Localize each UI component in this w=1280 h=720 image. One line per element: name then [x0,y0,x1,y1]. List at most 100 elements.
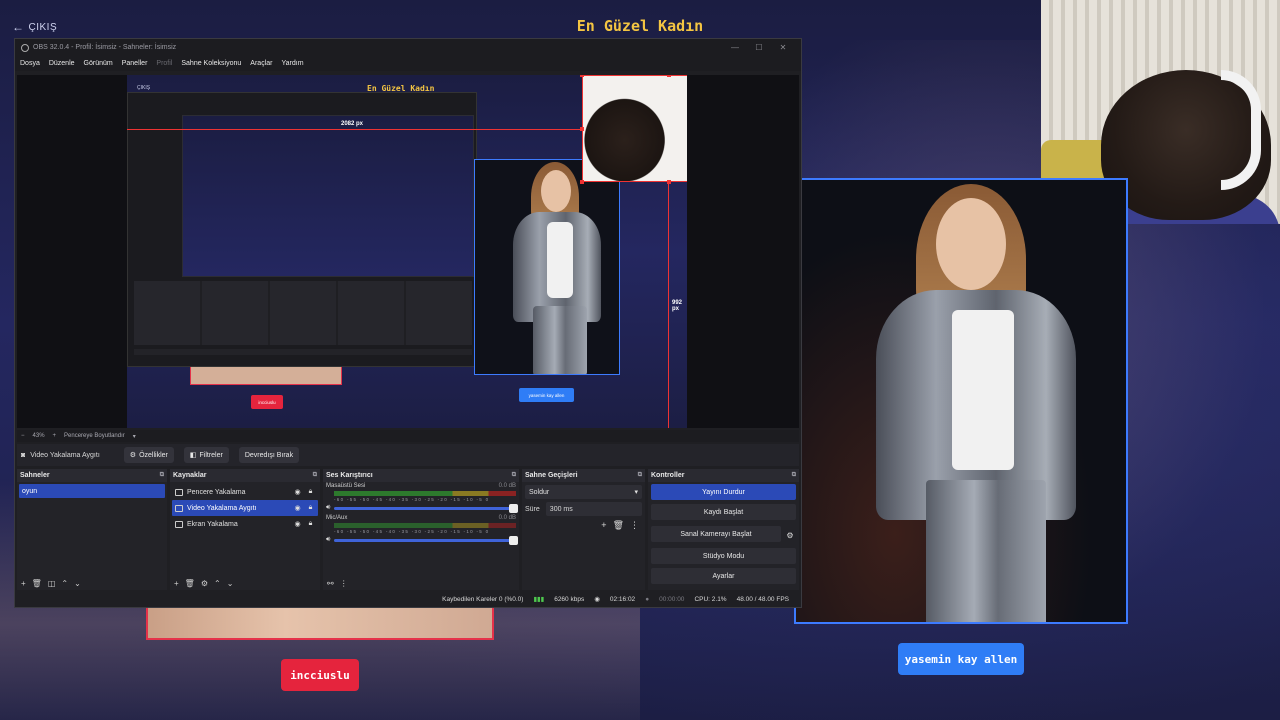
add-icon[interactable]: + [174,579,179,588]
figure-pants [926,480,1046,622]
source-item[interactable]: Pencere Yakalama ◉ 🔒︎ [172,484,318,500]
obs-preview[interactable]: ÇIKIŞ En Güzel Kadın incciuslu yasemin k… [17,75,799,428]
deactivate-button[interactable]: Devredışı Bırak [238,447,300,463]
preview-webcam-person [583,76,687,181]
maximize-icon[interactable]: ☐ [747,43,771,52]
volume-meter [334,491,516,496]
preview-left-photo [190,367,342,385]
source-name: Pencere Yakalama [187,488,246,496]
zoom-mode[interactable]: Pencereye Boyutlandır [64,433,125,439]
resize-handle[interactable] [667,75,671,77]
speaker-icon[interactable]: 🔊︎ [326,536,330,544]
meter-scale: -60 -55 -50 -45 -40 -35 -30 -25 -20 -15 … [334,497,490,502]
dock-popout-icon[interactable]: ⧉ [792,472,796,479]
gear-icon: ⚙ [129,452,137,459]
menu-paneller[interactable]: Paneller [122,60,148,67]
duration-input[interactable]: 300 ms [545,502,642,516]
scene-item[interactable]: oyun [19,484,165,498]
chevron-up-icon[interactable]: ⌃ [214,579,221,588]
menu-duzenle[interactable]: Düzenle [49,60,75,67]
menu-sahne-koleksiyonu[interactable]: Sahne Koleksiyonu [181,60,241,67]
start-recording-button[interactable]: Kaydı Başlat [651,504,796,520]
source-name: Ekran Yakalama [187,520,238,528]
sources-title: Kaynaklar [173,472,207,479]
resize-handle[interactable] [580,127,584,131]
minimize-icon[interactable]: — [723,43,747,52]
preview-canvas[interactable]: ÇIKIŞ En Güzel Kadın incciuslu yasemin k… [127,75,687,428]
trash-icon[interactable]: 🗑 [185,579,195,588]
controls-header: Kontroller ⧉ [648,469,799,482]
stop-streaming-button[interactable]: Yayını Durdur [651,484,796,500]
resize-handle[interactable] [580,75,584,77]
speaker-icon[interactable]: 🔊︎ [326,504,330,512]
trash-icon[interactable]: 🗑 [32,579,42,588]
filter-icon: ◧ [189,452,197,459]
source-context-bar: ◙ Video Yakalama Aygıtı ⚙ Özellikler ◧ F… [17,444,799,466]
menu-dosya[interactable]: Dosya [20,60,40,67]
dock-popout-icon[interactable]: ⧉ [160,472,164,479]
virtual-camera-row: Sanal Kamerayı Başlat ⚙ [648,524,799,546]
eye-icon[interactable]: ◉ [293,488,302,496]
more-icon[interactable]: ⋮ [340,579,348,588]
dropped-frames: Kaybedilen Kareler 0 (%0.0) [442,595,524,603]
lock-icon[interactable]: 🔒︎ [306,504,315,512]
transition-select[interactable]: Soldur ▾ [525,485,642,499]
channel-db: 0.0 dB [498,483,516,489]
volume-slider[interactable] [334,535,518,545]
chevron-down-icon[interactable]: ⌄ [74,579,81,588]
dock-popout-icon[interactable]: ⧉ [638,472,642,479]
start-virtual-camera-button[interactable]: Sanal Kamerayı Başlat [651,526,781,542]
preview-contestant-photo[interactable] [474,159,620,375]
volume-meter [334,523,516,528]
eye-icon[interactable]: ◉ [293,504,302,512]
preview-figure [503,160,603,374]
controls-dock: Kontroller ⧉ Yayını Durdur Kaydı Başlat … [648,469,799,590]
chevron-down-icon[interactable]: ⌄ [227,579,234,588]
record-icon: ● [645,595,650,603]
add-icon[interactable]: + [601,520,606,531]
close-icon[interactable]: ✕ [771,43,795,52]
source-item[interactable]: Video Yakalama Aygıtı ◉ 🔒︎ [172,500,318,516]
resize-handle[interactable] [667,180,671,184]
source-item[interactable]: Ekran Yakalama ◉ 🔒︎ [172,516,318,532]
menu-gorunum[interactable]: Görünüm [84,60,113,67]
chevron-up-icon[interactable]: ⌃ [61,579,68,588]
filters-button[interactable]: ◧ Filtreler [183,447,229,463]
link-icon[interactable]: ⚯ [327,579,334,588]
chevron-down-icon[interactable]: ▾ [133,433,136,440]
settings-button[interactable]: Ayarlar [651,568,796,584]
exit-link[interactable]: ← ÇIKIŞ [12,20,57,34]
studio-mode-button[interactable]: Stüdyo Modu [651,548,796,564]
properties-button[interactable]: ⚙ Özellikler [123,447,174,463]
scenes-header: Sahneler ⧉ [17,469,167,482]
slider-knob[interactable] [509,503,518,513]
dock-popout-icon[interactable]: ⧉ [512,472,516,479]
add-icon[interactable]: + [21,579,26,588]
obs-window[interactable]: OBS 32.0.4 - Profil: İsimsiz - Sahneler:… [14,38,802,608]
resize-handle[interactable] [580,180,584,184]
selected-webcam-source[interactable] [582,75,687,182]
source-name: Video Yakalama Aygıtı [187,504,257,512]
dock-popout-icon[interactable]: ⧉ [313,472,317,479]
more-icon[interactable]: ⋮ [630,520,639,531]
transition-tools: + 🗑 ⋮ [522,520,639,531]
gear-icon[interactable]: ⚙ [784,531,796,540]
volume-slider[interactable] [334,503,518,513]
zoom-in-icon[interactable]: + [53,433,57,439]
trash-icon[interactable]: 🗑 [613,520,624,531]
menu-araclar[interactable]: Araçlar [250,60,272,67]
filters-label: Filtreler [199,451,223,459]
eye-icon[interactable]: ◉ [293,520,302,528]
zoom-out-icon[interactable]: − [21,433,25,439]
obs-titlebar[interactable]: OBS 32.0.4 - Profil: İsimsiz - Sahneler:… [15,39,801,56]
menu-yardim[interactable]: Yardım [281,60,303,67]
obs-logo-icon [21,43,29,52]
exit-label: ÇIKIŞ [28,21,58,33]
scenes-title: Sahneler [20,472,50,479]
slider-knob[interactable] [509,535,518,545]
lock-icon[interactable]: 🔒︎ [306,520,315,528]
gear-icon[interactable]: ⚙ [201,579,208,588]
filter-icon[interactable]: ◫ [48,579,56,588]
lock-icon[interactable]: 🔒︎ [306,488,315,496]
monitor-icon [175,520,183,528]
